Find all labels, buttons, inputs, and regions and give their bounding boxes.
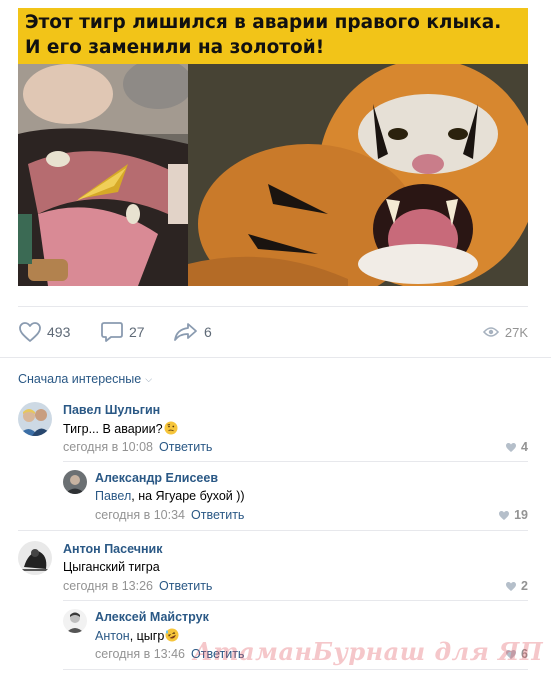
chevron-down-icon: ⌵ — [145, 373, 153, 384]
eye-icon — [482, 327, 499, 337]
avatar[interactable] — [18, 402, 52, 436]
meme-caption-line-2: И его заменили на золотой! — [25, 37, 325, 58]
comment-author[interactable]: Александр Елисеев — [95, 471, 218, 485]
tiger-mouth-closeup-photo — [18, 64, 188, 286]
mention-link[interactable]: Павел — [95, 489, 131, 503]
comment-divider — [63, 461, 528, 462]
like-button[interactable]: 493 — [18, 318, 70, 346]
comment-bubble-icon — [101, 322, 123, 342]
post-image[interactable]: Этот тигр лишился в аварии правого клыка… — [18, 8, 528, 286]
comment-text-content: , цыгр — [129, 629, 165, 643]
avatar[interactable] — [63, 470, 87, 494]
comment-count: 27 — [129, 324, 145, 340]
meme-caption-line-1: Этот тигр лишился в аварии правого клыка… — [25, 12, 502, 33]
rofl-emoji-icon — [165, 628, 179, 642]
comment-text: Цыганский тигра — [63, 560, 160, 574]
comment-author[interactable]: Павел Шульгин — [63, 403, 160, 417]
comment-button[interactable]: 27 — [100, 318, 145, 346]
comment-like-count: 19 — [514, 508, 528, 522]
comments-sort-dropdown[interactable]: Сначала интересные ⌵ — [18, 372, 152, 386]
roaring-tiger-photo — [188, 64, 528, 286]
avatar[interactable] — [18, 541, 52, 575]
comments-section-divider — [0, 357, 551, 358]
reply-button[interactable]: Ответить — [191, 508, 244, 522]
post-divider — [18, 306, 528, 307]
comment-time[interactable]: сегодня в 10:34 — [95, 508, 185, 522]
heart-icon — [506, 581, 517, 591]
reply-button[interactable]: Ответить — [159, 440, 212, 454]
like-count: 493 — [47, 324, 71, 340]
heart-icon — [499, 510, 510, 520]
comment-divider — [63, 669, 528, 670]
comment-like-count: 4 — [521, 440, 528, 454]
comment-divider — [63, 600, 528, 601]
comment-text: Тигр... В аварии? — [63, 421, 178, 436]
comment-meta: сегодня в 10:08 Ответить — [63, 440, 212, 454]
heart-icon — [19, 322, 41, 342]
comment-item: Антон Пасечник Цыганский тигра сегодня в… — [18, 541, 528, 599]
comment-time[interactable]: сегодня в 13:46 — [95, 647, 185, 661]
comment-text: Антон, цыгр — [95, 628, 179, 643]
comment-time[interactable]: сегодня в 10:08 — [63, 440, 153, 454]
avatar[interactable] — [63, 609, 87, 633]
comment-reply-item: Александр Елисеев Павел, на Ягуаре бухой… — [63, 470, 528, 526]
comment-text-content: Тигр... В аварии? — [63, 422, 163, 436]
comment-like-button[interactable]: 19 — [498, 508, 528, 522]
comment-like-button[interactable]: 2 — [505, 579, 528, 593]
meme-caption-banner: Этот тигр лишился в аварии правого клыка… — [18, 8, 528, 64]
thinking-emoji-icon — [164, 421, 178, 435]
share-button[interactable]: 6 — [173, 318, 212, 346]
comment-like-button[interactable]: 4 — [505, 440, 528, 454]
comment-author[interactable]: Алексей Майструк — [95, 610, 209, 624]
views-count: 27K — [504, 324, 528, 340]
comment-text-content: Цыганский тигра — [63, 560, 160, 574]
comment-divider — [18, 530, 528, 531]
comment-author[interactable]: Антон Пасечник — [63, 542, 162, 556]
heart-icon — [506, 442, 517, 452]
share-count: 6 — [204, 324, 212, 340]
views-counter: 27K — [482, 318, 528, 346]
mention-link[interactable]: Антон — [95, 629, 130, 643]
comment-time[interactable]: сегодня в 13:26 — [63, 579, 153, 593]
post-action-bar: 493 27 6 27K — [18, 318, 528, 346]
comment-meta: сегодня в 13:26 Ответить — [63, 579, 212, 593]
comment-like-count: 2 — [521, 579, 528, 593]
reply-button[interactable]: Ответить — [159, 579, 212, 593]
comment-item: Павел Шульгин Тигр... В аварии? сегодня … — [18, 402, 528, 460]
comment-meta: сегодня в 10:34 Ответить — [95, 508, 244, 522]
comments-sort-label: Сначала интересные — [18, 372, 142, 386]
comment-text: Павел, на Ягуаре бухой )) — [95, 489, 245, 503]
share-arrow-icon — [174, 323, 197, 341]
comment-text-content: , на Ягуаре бухой )) — [131, 489, 245, 503]
watermark-text: АтаманБурнаш для ЯП — [193, 637, 543, 666]
